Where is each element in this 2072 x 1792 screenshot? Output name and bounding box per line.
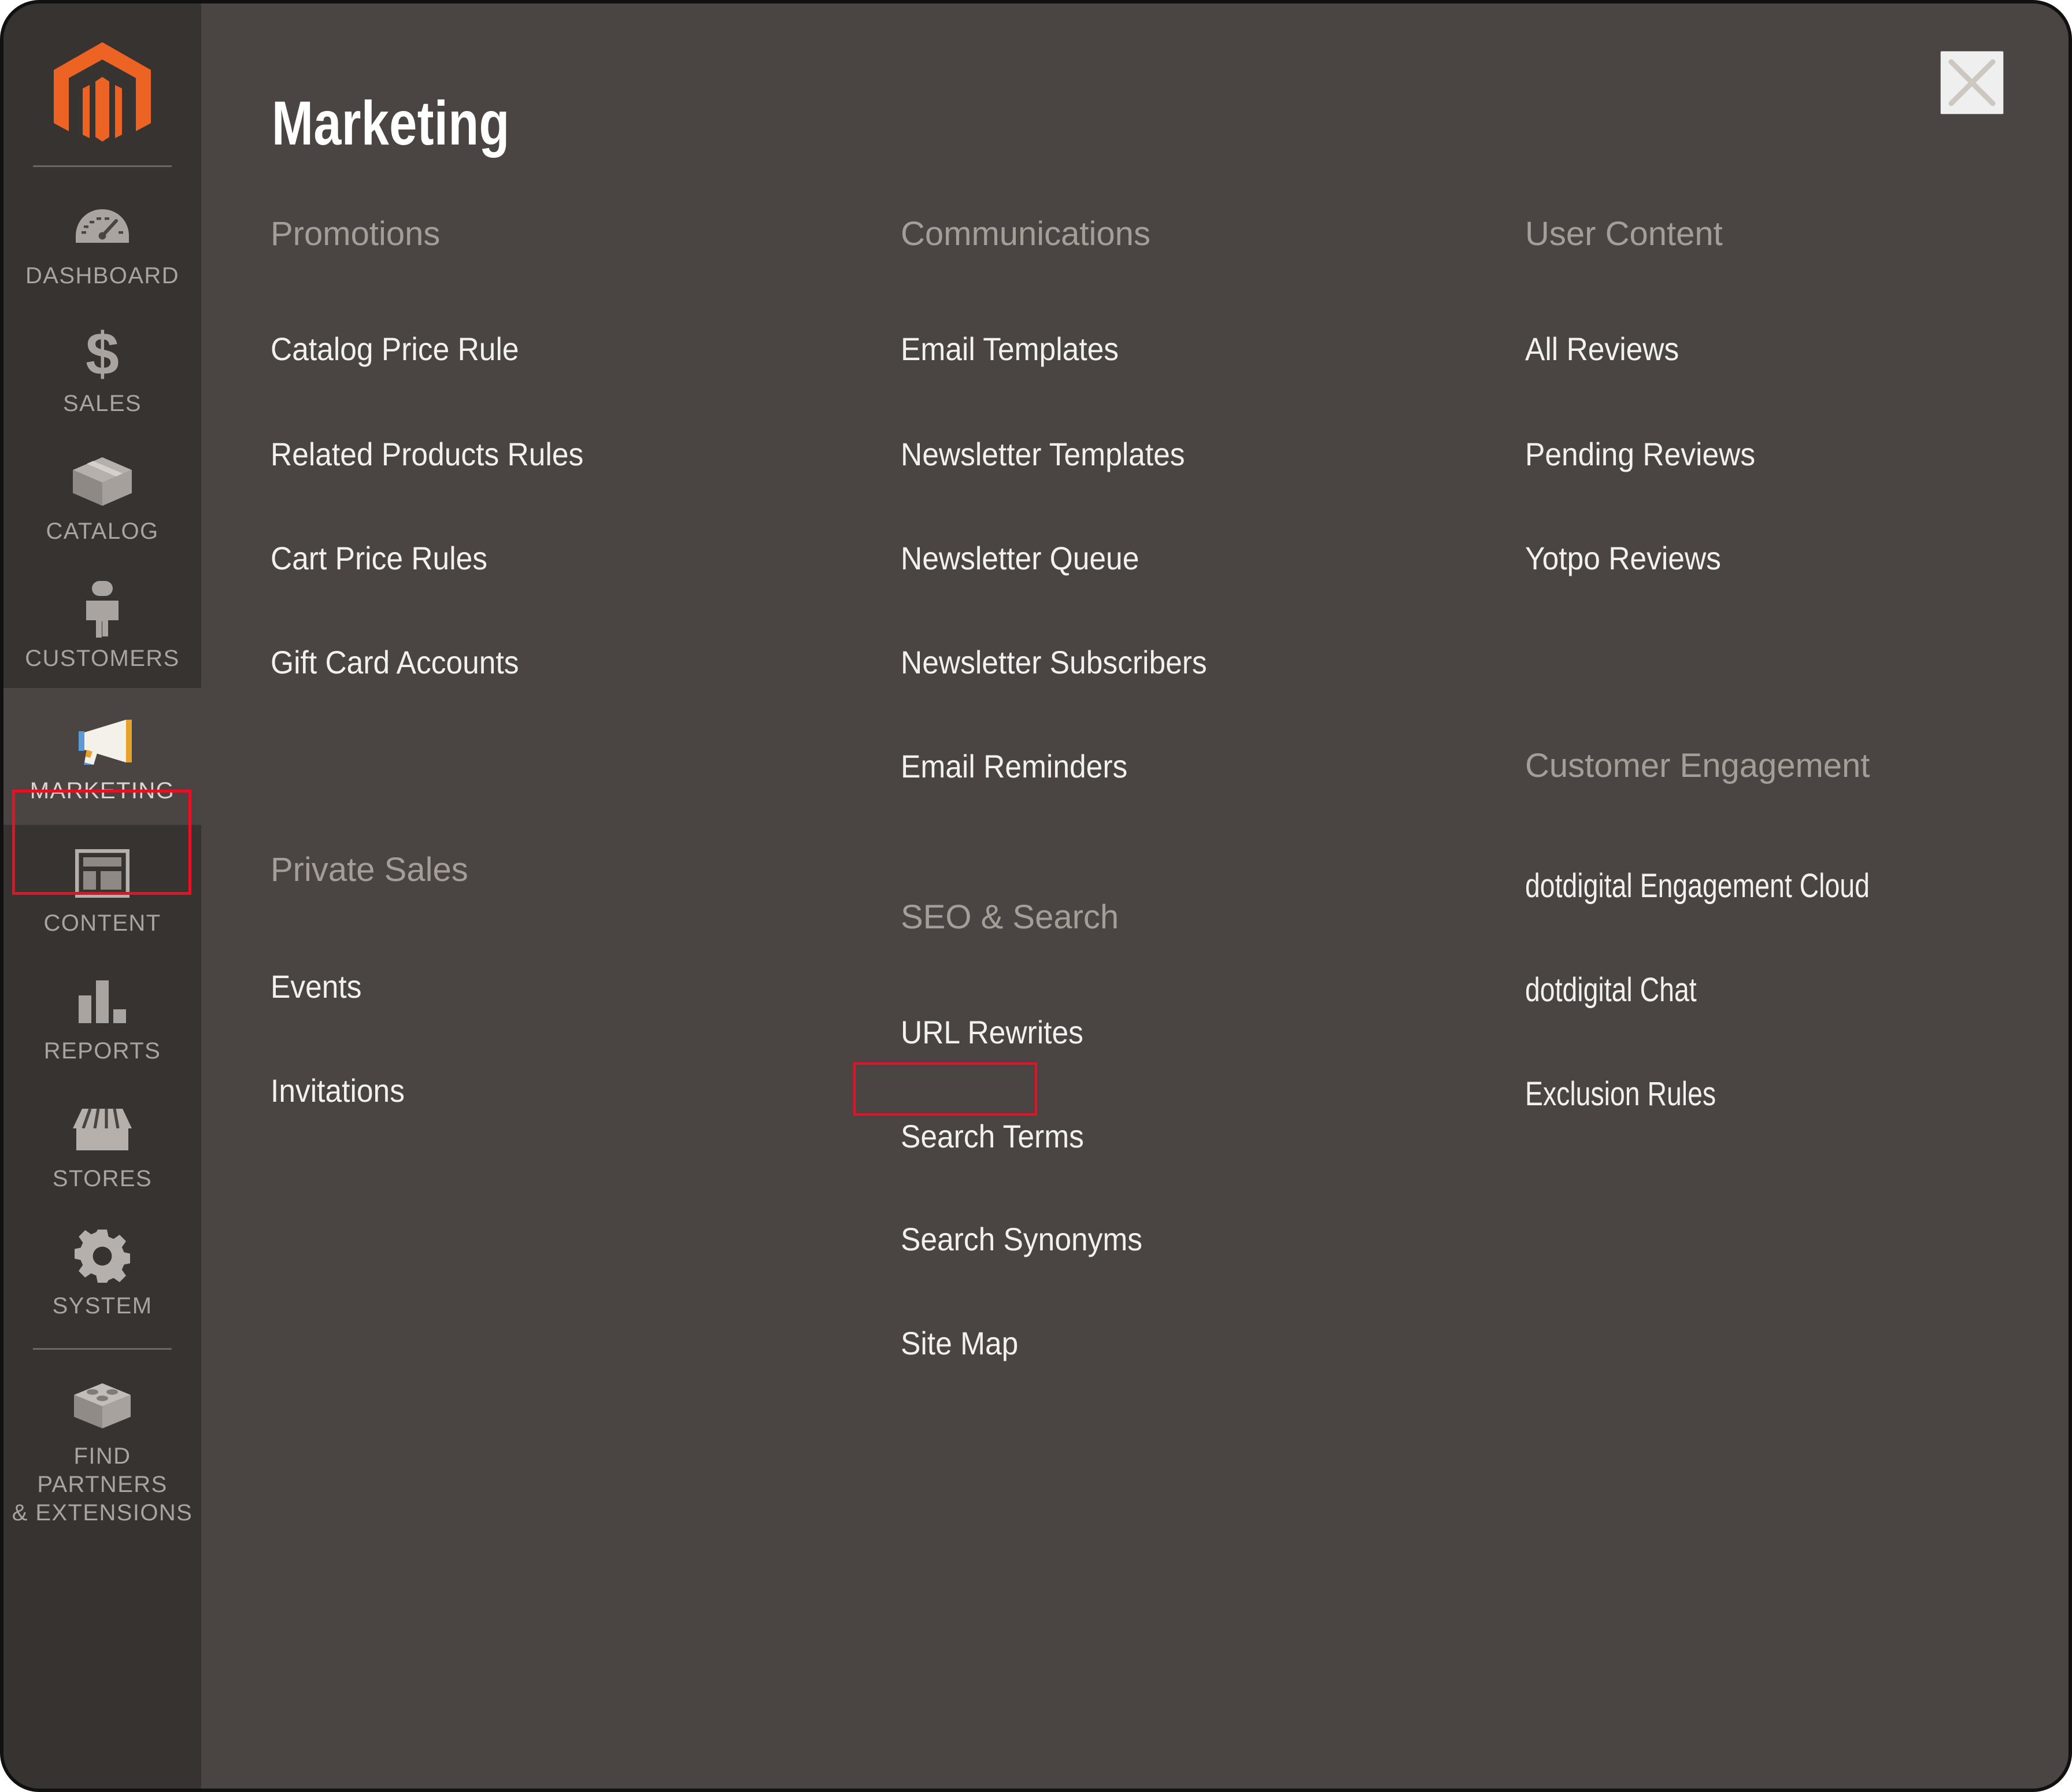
dollar-icon: $ (7, 323, 198, 385)
group-heading-seo-search: SEO & Search (901, 898, 1119, 936)
sidebar-item-label: CATALOG (46, 518, 159, 544)
menu-item-newsletter-templates[interactable]: Newsletter Templates (901, 438, 1185, 471)
sidebar-item-catalog[interactable]: CATALOG (3, 433, 201, 561)
menu-item-dotdigital-chat[interactable]: dotdigital Chat (1525, 973, 1697, 1007)
menu-item-url-rewrites[interactable]: URL Rewrites (901, 1016, 1083, 1049)
sidebar-divider-bottom (33, 1348, 172, 1350)
menu-item-cart-price-rules[interactable]: Cart Price Rules (271, 542, 487, 575)
menu-item-site-map[interactable]: Site Map (901, 1327, 1018, 1360)
menu-item-email-reminders[interactable]: Email Reminders (901, 750, 1127, 783)
sidebar-item-label: MARKETING (29, 778, 175, 804)
menu-item-newsletter-queue[interactable]: Newsletter Queue (901, 542, 1139, 575)
sidebar-item-stores[interactable]: STORES (3, 1080, 201, 1208)
gear-icon (7, 1225, 198, 1287)
page-title: Marketing (272, 88, 510, 158)
brick-icon (7, 1375, 198, 1438)
magento-logo-icon[interactable] (3, 21, 201, 165)
layout-icon (7, 842, 198, 905)
sidebar-item-label: CUSTOMERS (25, 646, 180, 672)
menu-item-events[interactable]: Events (271, 971, 362, 1003)
sidebar-item-label: CONTENT (43, 910, 161, 936)
menu-item-pending-reviews[interactable]: Pending Reviews (1525, 438, 1755, 471)
menu-item-gift-card-accounts[interactable]: Gift Card Accounts (271, 646, 519, 679)
sidebar-item-label: DASHBOARD (25, 263, 179, 288)
magento-admin-menu-overlay: DASHBOARD $ SALES CATALOG CUSTOMERS MARK… (0, 0, 2072, 1792)
svg-text:$: $ (86, 325, 119, 383)
sidebar-item-label: FIND PARTNERS & EXTENSIONS (12, 1443, 193, 1526)
menu-item-exclusion-rules[interactable]: Exclusion Rules (1525, 1078, 1716, 1111)
admin-sidebar: DASHBOARD $ SALES CATALOG CUSTOMERS MARK… (3, 3, 201, 1789)
menu-item-all-reviews[interactable]: All Reviews (1525, 333, 1679, 365)
sidebar-divider-top (33, 165, 172, 167)
menu-item-invitations[interactable]: Invitations (271, 1075, 405, 1107)
bar-chart-icon (7, 970, 198, 1032)
sidebar-item-find-partners-extensions[interactable]: FIND PARTNERS & EXTENSIONS (3, 1358, 201, 1542)
group-heading-communications: Communications (901, 215, 1150, 253)
sidebar-item-label: REPORTS (43, 1038, 161, 1064)
box-icon (7, 450, 198, 513)
sidebar-item-system[interactable]: SYSTEM (3, 1208, 201, 1335)
marketing-menu-panel: Marketing Promotions Catalog Price Rule … (201, 3, 2069, 1789)
gauge-icon (7, 195, 198, 257)
sidebar-item-reports[interactable]: REPORTS (3, 953, 201, 1080)
sidebar-item-sales[interactable]: $ SALES (3, 305, 201, 433)
group-heading-promotions: Promotions (271, 215, 441, 253)
sidebar-item-label: SALES (63, 390, 142, 416)
group-heading-user-content: User Content (1525, 215, 1723, 253)
sidebar-item-customers[interactable]: CUSTOMERS (3, 560, 201, 688)
menu-item-search-synonyms[interactable]: Search Synonyms (901, 1223, 1142, 1256)
menu-item-newsletter-subscribers[interactable]: Newsletter Subscribers (901, 646, 1207, 679)
sidebar-item-marketing[interactable]: MARKETING (3, 688, 201, 825)
group-heading-private-sales: Private Sales (271, 851, 468, 888)
storefront-icon (7, 1098, 198, 1160)
menu-item-search-terms[interactable]: Search Terms (901, 1120, 1084, 1153)
menu-item-email-templates[interactable]: Email Templates (901, 333, 1119, 365)
menu-item-yotpo-reviews[interactable]: Yotpo Reviews (1525, 542, 1721, 575)
close-icon[interactable] (1940, 51, 2004, 114)
menu-item-catalog-price-rule[interactable]: Catalog Price Rule (271, 333, 519, 365)
sidebar-item-label: SYSTEM (52, 1293, 153, 1319)
sidebar-item-label: STORES (52, 1165, 153, 1191)
person-icon (7, 577, 198, 640)
group-heading-customer-engagement: Customer Engagement (1525, 747, 1870, 784)
menu-item-related-products-rules[interactable]: Related Products Rules (271, 438, 583, 471)
url-rewrites-highlight-box (853, 1062, 1037, 1116)
menu-item-dotdigital-engagement-cloud[interactable]: dotdigital Engagement Cloud (1525, 869, 1870, 903)
menu-columns: Promotions Catalog Price Rule Related Pr… (201, 217, 2069, 1789)
sidebar-item-dashboard[interactable]: DASHBOARD (3, 177, 201, 305)
megaphone-icon (7, 710, 198, 772)
sidebar-item-content[interactable]: CONTENT (3, 825, 201, 953)
